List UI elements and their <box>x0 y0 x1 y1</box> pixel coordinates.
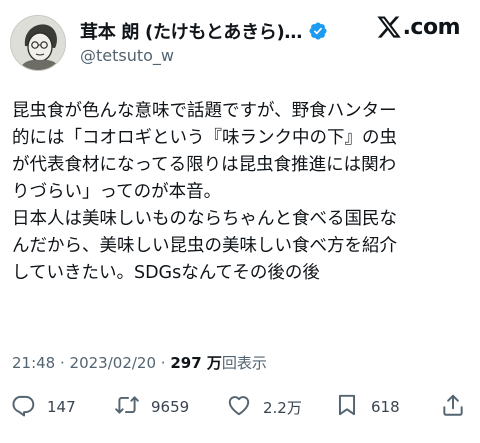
view-count-label: 回表示 <box>221 354 267 372</box>
brand-text: .com <box>402 14 461 40</box>
view-count: 297 万 <box>170 354 222 372</box>
x-com-brand: .com <box>376 14 461 40</box>
like-icon <box>226 392 252 422</box>
share-icon <box>440 392 466 422</box>
tweet-meta: 21:48 · 2023/02/20 · 297 万回表示 <box>12 352 267 373</box>
tweet-time[interactable]: 21:48 <box>12 354 55 372</box>
like-count: 2.2万 <box>263 398 302 417</box>
action-bar: 147 9659 2.2万 618 <box>10 392 470 418</box>
reply-icon <box>10 392 36 422</box>
reply-count: 147 <box>47 398 76 416</box>
avatar[interactable] <box>10 15 66 71</box>
bookmark-button[interactable]: 618 <box>334 392 400 422</box>
retweet-icon <box>114 392 140 422</box>
tweet-text: 昆虫食が色んな意味で話題ですが、野食ハンター 的には「コオロギという『味ランク中… <box>12 98 472 287</box>
retweet-count: 9659 <box>151 398 190 416</box>
user-name-row: 茸本 朗 (たけもとあきら)… <box>80 18 328 44</box>
retweet-button[interactable]: 9659 <box>114 392 189 422</box>
tweet-line: んだから、美味しい昆虫の美味しい食べ方を紹介 <box>12 236 397 256</box>
bookmark-count: 618 <box>371 398 400 416</box>
display-name[interactable]: 茸本 朗 (たけもとあきら)… <box>80 18 302 44</box>
verified-badge-icon <box>308 21 328 41</box>
tweet-line: が代表食材になってる限りは昆虫食推進には関わ <box>12 155 397 175</box>
like-button[interactable]: 2.2万 <box>226 392 302 422</box>
tweet-line: 昆虫食が色んな意味で話題ですが、野食ハンター <box>12 101 397 121</box>
meta-separator: · <box>156 354 171 372</box>
share-button[interactable] <box>440 392 466 422</box>
tweet-line: 的には「コオロギという『味ランク中の下』の虫 <box>12 128 397 148</box>
meta-separator: · <box>55 354 70 372</box>
tweet-date[interactable]: 2023/02/20 <box>70 354 156 372</box>
x-logo-icon <box>376 14 402 40</box>
tweet-line: 日本人は美味しいものならちゃんと食べる国民な <box>12 209 397 229</box>
bookmark-icon <box>334 392 360 422</box>
tweet-line: していきたい。SDGsなんてその後の後 <box>12 263 320 283</box>
tweet-line: りづらい」ってのが本音。 <box>12 182 222 202</box>
avatar-illustration <box>11 16 65 70</box>
user-handle[interactable]: @tetsuto_w <box>80 46 174 65</box>
reply-button[interactable]: 147 <box>10 392 76 422</box>
